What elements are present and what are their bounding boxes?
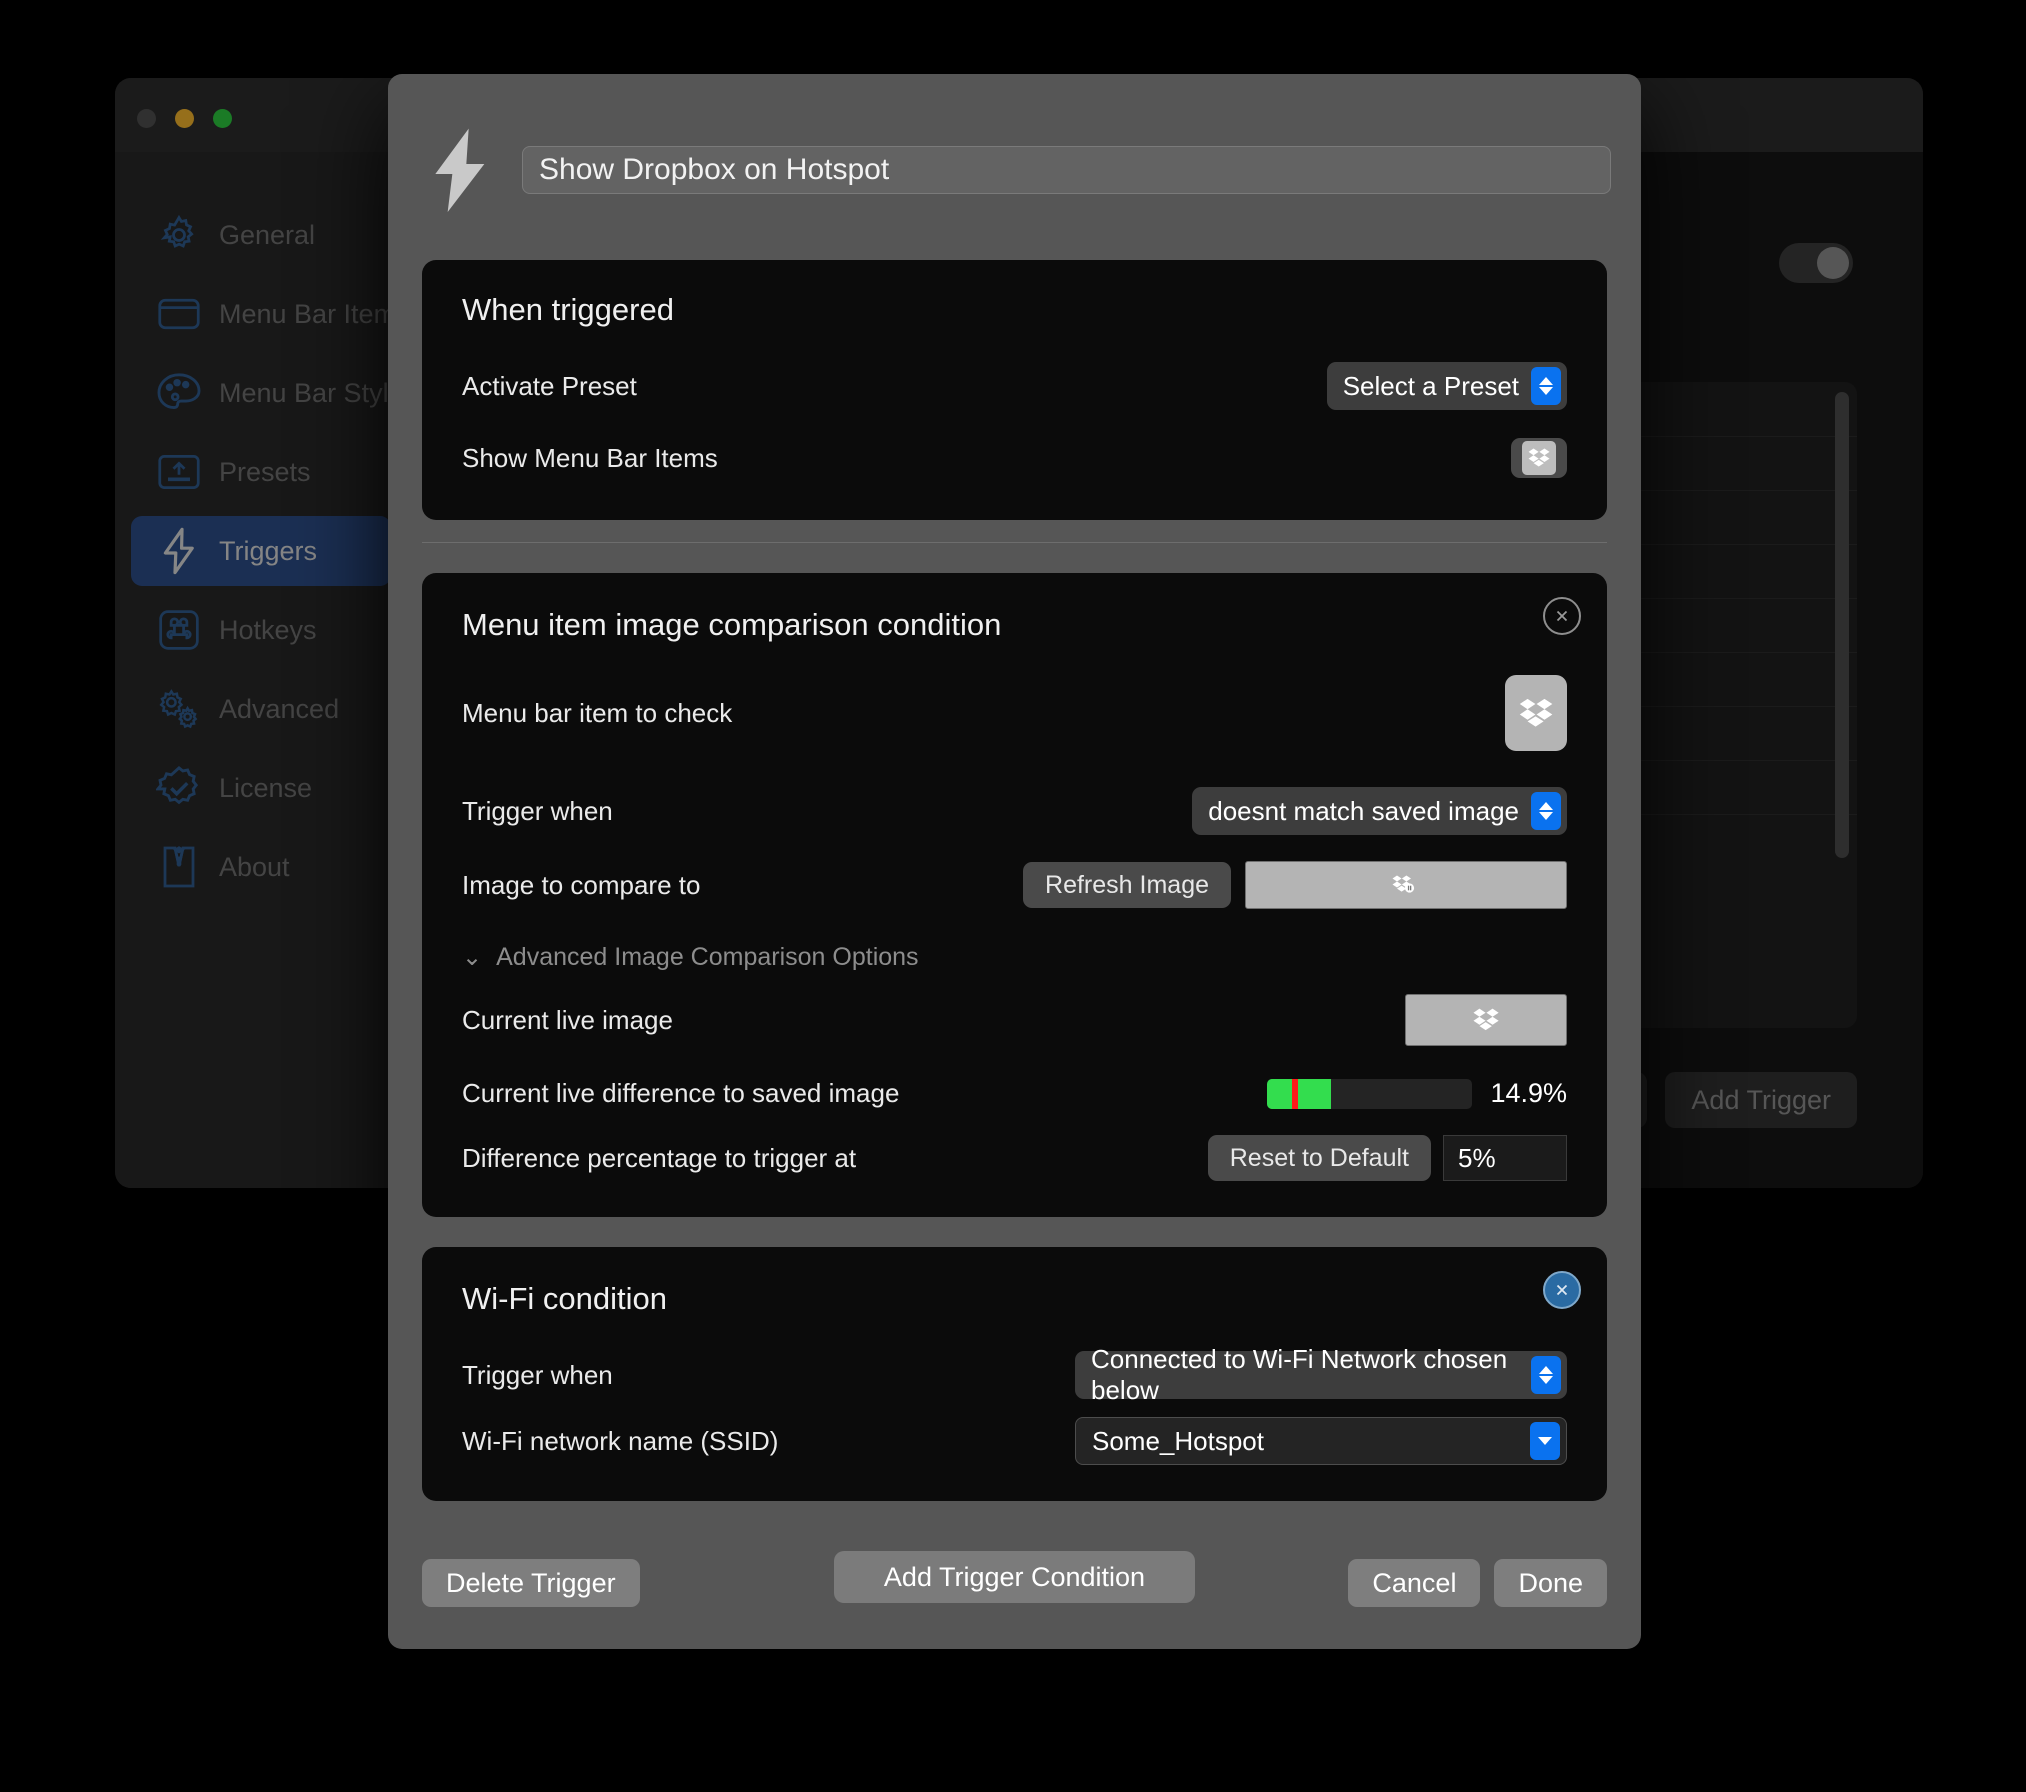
sidebar-item-about[interactable]: About (131, 832, 391, 902)
image-condition-heading: Menu item image comparison condition (462, 607, 1567, 643)
difference-threshold-input[interactable]: 5% (1443, 1135, 1567, 1181)
wifi-trigger-when-select[interactable]: Connected to Wi-Fi Network chosen below (1075, 1351, 1567, 1399)
wifi-ssid-combobox[interactable]: Some_Hotspot (1075, 1417, 1567, 1465)
image-to-compare-row: Image to compare to Refresh Image (462, 861, 1567, 909)
wifi-trigger-when-value: Connected to Wi-Fi Network chosen below (1091, 1344, 1531, 1406)
sidebar-item-menu-bar-items[interactable]: Menu Bar Items (131, 279, 391, 349)
menu-bar-item-to-check-row: Menu bar item to check (462, 675, 1567, 751)
image-trigger-when-label: Trigger when (462, 796, 613, 827)
trigger-editor-sheet: Show Dropbox on Hotspot When triggered A… (388, 74, 1641, 1649)
remove-wifi-condition-button[interactable] (1543, 1271, 1581, 1309)
bolt-icon (426, 122, 494, 218)
delete-trigger-button[interactable]: Delete Trigger (422, 1559, 640, 1607)
current-difference-label: Current live difference to saved image (462, 1078, 899, 1109)
difference-value: 14.9% (1490, 1078, 1567, 1109)
saved-image-preview[interactable] (1245, 861, 1567, 909)
when-triggered-heading: When triggered (462, 292, 1567, 328)
reset-to-default-button[interactable]: Reset to Default (1208, 1135, 1431, 1181)
screen: Barter General Menu (0, 0, 2026, 1792)
difference-bar-fill (1267, 1079, 1331, 1109)
sidebar-item-triggers[interactable]: Triggers (131, 516, 391, 586)
wifi-ssid-value: Some_Hotspot (1092, 1426, 1264, 1457)
advanced-options-label: Advanced Image Comparison Options (496, 943, 918, 972)
chevron-down-icon: ⌄ (462, 946, 482, 970)
chevron-down-icon (1530, 1422, 1560, 1460)
wifi-trigger-when-label: Trigger when (462, 1360, 613, 1391)
sidebar-item-hotkeys[interactable]: Hotkeys (131, 595, 391, 665)
remove-image-condition-button[interactable] (1543, 597, 1581, 635)
refresh-image-button[interactable]: Refresh Image (1023, 862, 1231, 908)
upload-icon (153, 446, 205, 498)
image-trigger-when-select[interactable]: doesnt match saved image (1192, 787, 1567, 835)
menu-bar-item-thumbnail[interactable] (1505, 675, 1567, 751)
sidebar-item-general[interactable]: General (131, 200, 391, 270)
sheet-footer: Delete Trigger Cancel Done (422, 1559, 1607, 1607)
current-live-image-preview[interactable] (1405, 994, 1567, 1046)
section-divider (422, 542, 1607, 543)
tuxedo-icon (153, 841, 205, 893)
current-live-image-row: Current live image (462, 994, 1567, 1046)
sidebar-item-label: Hotkeys (219, 615, 317, 646)
activate-preset-row: Activate Preset Select a Preset (462, 362, 1567, 410)
sidebar-item-label: License (219, 773, 312, 804)
show-menu-bar-items-row: Show Menu Bar Items (462, 438, 1567, 478)
activate-preset-label: Activate Preset (462, 371, 637, 402)
gear-icon (153, 209, 205, 261)
sidebar-item-license[interactable]: License (131, 753, 391, 823)
sidebar-item-menu-bar-style[interactable]: Menu Bar Style (131, 358, 391, 428)
show-menu-bar-items-chip[interactable] (1511, 438, 1567, 478)
command-icon (153, 604, 205, 656)
wifi-condition-card: Wi-Fi condition Trigger when Connected t… (422, 1247, 1607, 1501)
sidebar-item-label: Triggers (219, 536, 317, 567)
difference-progress-bar (1267, 1079, 1472, 1109)
add-trigger-button[interactable]: Add Trigger (1665, 1072, 1857, 1128)
sidebar-item-label: Menu Bar Style (219, 378, 404, 409)
difference-threshold-label: Difference percentage to trigger at (462, 1143, 856, 1174)
activate-preset-value: Select a Preset (1343, 371, 1519, 402)
menu-bar-icon (153, 288, 205, 340)
image-trigger-when-value: doesnt match saved image (1208, 796, 1519, 827)
current-live-image-label: Current live image (462, 1005, 673, 1036)
sidebar-item-label: Advanced (219, 694, 339, 725)
sidebar-item-label: About (219, 852, 290, 883)
advanced-options-toggle[interactable]: ⌄ Advanced Image Comparison Options (462, 943, 1567, 972)
done-button[interactable]: Done (1494, 1559, 1607, 1607)
list-scrollbar[interactable] (1835, 392, 1849, 858)
current-difference-row: Current live difference to saved image 1… (462, 1078, 1567, 1109)
chevron-up-down-icon (1531, 1356, 1561, 1394)
image-to-compare-label: Image to compare to (462, 870, 700, 901)
sidebar-item-presets[interactable]: Presets (131, 437, 391, 507)
when-triggered-card: When triggered Activate Preset Select a … (422, 260, 1607, 520)
wifi-ssid-row: Wi-Fi network name (SSID) Some_Hotspot (462, 1417, 1567, 1465)
menu-bar-item-label: Menu bar item to check (462, 698, 732, 729)
activate-preset-select[interactable]: Select a Preset (1327, 362, 1567, 410)
cancel-button[interactable]: Cancel (1348, 1559, 1480, 1607)
sidebar-item-label: General (219, 220, 315, 251)
sheet-header: Show Dropbox on Hotspot (388, 74, 1641, 218)
wifi-ssid-label: Wi-Fi network name (SSID) (462, 1426, 778, 1457)
triggers-enabled-toggle[interactable] (1779, 243, 1853, 283)
dropbox-icon (1522, 441, 1556, 475)
image-comparison-condition-card: Menu item image comparison condition Men… (422, 573, 1607, 1217)
sidebar-item-label: Presets (219, 457, 311, 488)
trigger-title-input[interactable]: Show Dropbox on Hotspot (522, 146, 1611, 194)
chevron-up-down-icon (1531, 792, 1561, 830)
gears-icon (153, 683, 205, 735)
wifi-trigger-when-row: Trigger when Connected to Wi-Fi Network … (462, 1351, 1567, 1399)
sidebar-item-label: Menu Bar Items (219, 299, 410, 330)
difference-threshold-row: Difference percentage to trigger at Rese… (462, 1135, 1567, 1181)
sidebar: General Menu Bar Items (115, 152, 407, 1188)
chevron-up-down-icon (1531, 367, 1561, 405)
show-menu-bar-items-label: Show Menu Bar Items (462, 443, 718, 474)
badge-check-icon (153, 762, 205, 814)
wifi-condition-heading: Wi-Fi condition (462, 1281, 1567, 1317)
bolt-icon (153, 525, 205, 577)
image-trigger-when-row: Trigger when doesnt match saved image (462, 787, 1567, 835)
sidebar-item-advanced[interactable]: Advanced (131, 674, 391, 744)
palette-icon (153, 367, 205, 419)
difference-threshold-marker (1292, 1079, 1298, 1109)
